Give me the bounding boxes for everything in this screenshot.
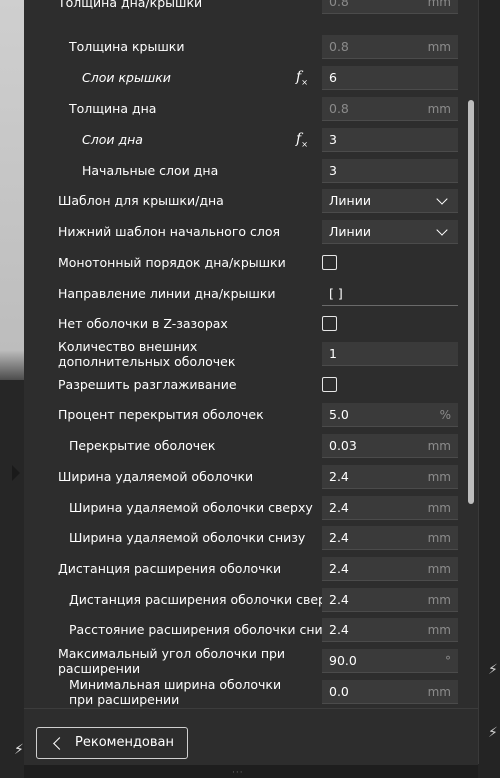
chevron-down-icon (436, 193, 448, 205)
recommended-button[interactable]: Рекомендован (36, 727, 188, 759)
bottom-layers-field[interactable]: 3 (322, 128, 458, 152)
setting-label: Дистанция расширения оболочки сверху (69, 592, 341, 607)
setting-label: Шаблон для крышки/дна (58, 193, 224, 208)
setting-row-initial-layer-pattern: Нижний шаблон начального слоя Линии (24, 217, 468, 247)
formula-icon[interactable]: f× (296, 131, 312, 149)
resize-grip-icon[interactable]: ··· (232, 768, 244, 778)
setting-label: Начальные слои дна (82, 163, 219, 178)
side-toggle-icon[interactable]: ⚡ (488, 662, 498, 678)
setting-label: Слои крышки (82, 70, 171, 85)
skin-overlap-field[interactable]: 0.03 mm (322, 434, 458, 458)
skin-removal-width-field[interactable]: 2.4 mm (322, 465, 458, 489)
panel-footer: Рекомендован (24, 708, 478, 765)
setting-row-bottom-thickness: Толщина дна 0.8 mm (24, 94, 468, 124)
setting-label: Перекрытие оболочек (69, 438, 216, 453)
setting-label: Минимальная ширина оболочки при расширен… (69, 677, 282, 707)
setting-row-bottom-skin-removal-width: Ширина удаляемой оболочки снизу 2.4 mm (24, 523, 468, 553)
setting-row-ironing: Разрешить разглаживание (24, 370, 468, 400)
skin-overlap-percent-field[interactable]: 5.0 % (322, 403, 458, 427)
setting-row-top-skin-expand-distance: Дистанция расширения оболочки сверху 2.4… (24, 585, 468, 615)
side-toggle-icon-lower[interactable]: ⚡ (488, 725, 498, 741)
setting-label: Толщина дна (69, 101, 157, 116)
top-bottom-pattern-select[interactable]: Линии (322, 189, 458, 213)
setting-row-line-directions: Направление линии дна/крышки [ ] (24, 279, 468, 309)
setting-row-bottom-layers: Слои дна f× 3 (24, 125, 468, 155)
setting-row-skin-removal-width: Ширина удаляемой оболочки 2.4 mm (24, 462, 468, 492)
formula-icon[interactable]: f× (296, 69, 312, 87)
setting-label: Толщина дна/крышки (58, 0, 203, 10)
top-skin-expand-distance-field[interactable]: 2.4 mm (322, 588, 458, 612)
setting-row-no-skin-z-gaps: Нет оболочки в Z-зазорах (24, 309, 468, 339)
extra-skin-count-field[interactable]: 1 (322, 342, 458, 366)
no-skin-z-gaps-checkbox[interactable] (322, 316, 337, 331)
setting-label: Нижний шаблон начального слоя (58, 224, 281, 239)
setting-label: Количество внешних дополнительных оболоч… (58, 339, 236, 369)
monotonic-order-checkbox[interactable] (322, 255, 337, 270)
setting-row-skin-overlap: Перекрытие оболочек 0.03 mm (24, 431, 468, 461)
setting-label: Монотонный порядок дна/крышки (58, 255, 286, 270)
setting-row-top-layers: Слои крышки f× 6 (24, 63, 468, 93)
setting-label: Направление линии дна/крышки (58, 286, 276, 301)
settings-scrollbar[interactable] (468, 100, 474, 504)
collapse-arrow-icon[interactable] (12, 465, 20, 481)
top-bottom-thickness-field[interactable]: 0.8 mm (322, 0, 458, 14)
setting-label: Толщина крышки (69, 39, 185, 54)
setting-row-skin-overlap-percent: Процент перекрытия оболочек 5.0 % (24, 400, 468, 430)
setting-label: Ширина удаляемой оболочки сверху (69, 500, 313, 515)
setting-label: Разрешить разглаживание (58, 377, 237, 392)
chevron-down-icon (436, 224, 448, 236)
bottom-skin-removal-width-field[interactable]: 2.4 mm (322, 526, 458, 550)
min-skin-width-field[interactable]: 0.0 mm (322, 680, 458, 704)
setting-row-top-thickness: Толщина крышки 0.8 mm (24, 32, 468, 62)
setting-label: Ширина удаляемой оболочки снизу (69, 530, 306, 545)
setting-row-monotonic-order: Монотонный порядок дна/крышки (24, 248, 468, 278)
setting-row-bottom-skin-expand-distance: Расстояние расширения оболочки снизу 2.4… (24, 615, 468, 645)
setting-row-max-skin-angle: Максимальный угол оболочки при расширени… (24, 646, 468, 676)
bottom-skin-expand-distance-field[interactable]: 2.4 mm (322, 618, 458, 642)
skin-expand-distance-field[interactable]: 2.4 mm (322, 557, 458, 581)
chevron-left-icon (53, 737, 66, 750)
setting-label: Ширина удаляемой оболочки (58, 469, 254, 484)
setting-label: Расстояние расширения оболочки снизу (69, 622, 337, 637)
setting-row-top-bottom-thickness: Толщина дна/крышки 0.8 mm (24, 0, 468, 32)
setting-row-initial-bottom-layers: Начальные слои дна 3 (24, 156, 468, 186)
setting-row-min-skin-width: Минимальная ширина оболочки при расширен… (24, 677, 468, 707)
setting-label: Процент перекрытия оболочек (58, 407, 264, 422)
line-directions-field[interactable]: [ ] (322, 282, 458, 306)
setting-row-extra-skin-count: Количество внешних дополнительных оболоч… (24, 339, 468, 369)
setting-label: Максимальный угол оболочки при расширени… (58, 646, 286, 676)
top-layers-field[interactable]: 6 (322, 66, 458, 90)
setting-row-skin-expand-distance: Дистанция расширения оболочки 2.4 mm (24, 554, 468, 584)
initial-bottom-layers-field[interactable]: 3 (322, 159, 458, 183)
print-settings-panel: Толщина дна/крышки 0.8 mm Толщина крышки… (24, 0, 479, 765)
viewport-toolbar (0, 380, 24, 778)
top-skin-removal-width-field[interactable]: 2.4 mm (322, 496, 458, 520)
setting-row-top-bottom-pattern: Шаблон для крышки/дна Линии (24, 186, 468, 216)
initial-layer-pattern-select[interactable]: Линии (322, 220, 458, 244)
setting-label: Нет оболочки в Z-зазорах (58, 316, 228, 331)
top-thickness-field[interactable]: 0.8 mm (322, 35, 458, 59)
tool-icon[interactable]: ⚡ (14, 742, 24, 758)
max-skin-angle-field[interactable]: 90.0 ° (322, 649, 458, 673)
setting-label: Слои дна (82, 132, 143, 147)
ironing-checkbox[interactable] (322, 377, 337, 392)
settings-list: Толщина дна/крышки 0.8 mm Толщина крышки… (24, 0, 468, 708)
setting-row-top-skin-removal-width: Ширина удаляемой оболочки сверху 2.4 mm (24, 493, 468, 523)
setting-label: Дистанция расширения оболочки (58, 561, 282, 576)
bottom-thickness-field[interactable]: 0.8 mm (322, 97, 458, 121)
